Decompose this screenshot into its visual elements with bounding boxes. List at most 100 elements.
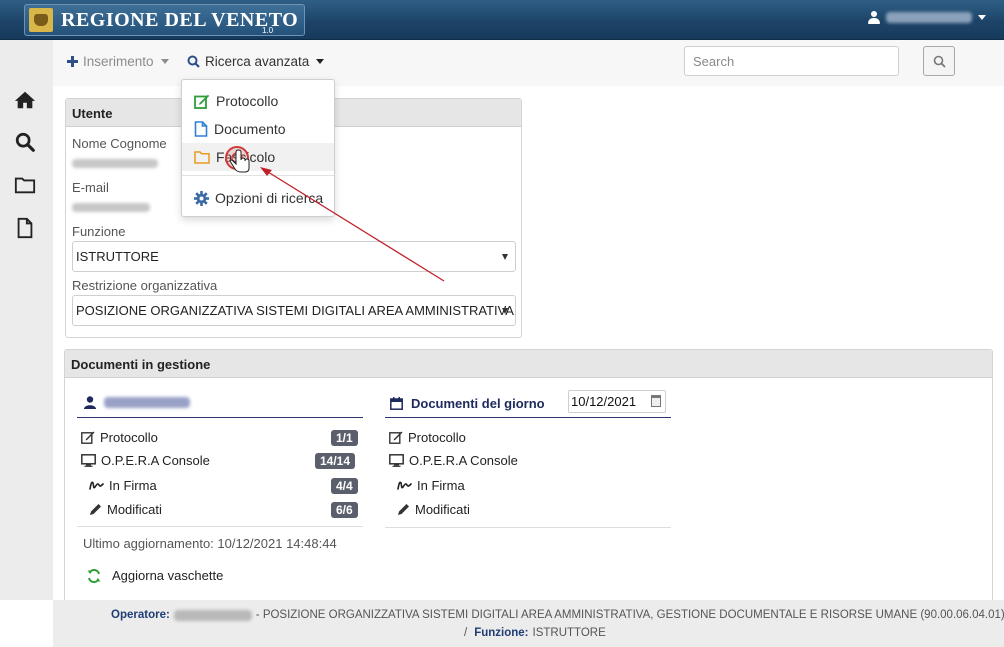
divider — [385, 417, 671, 418]
calendar-icon — [390, 397, 403, 410]
file-icon[interactable] — [13, 216, 37, 240]
menu-item-label: Protocollo — [216, 93, 279, 109]
app-version: 1.0 — [262, 26, 274, 35]
menu-item-protocollo[interactable]: Protocollo — [182, 87, 334, 115]
list-item[interactable]: Modificati — [397, 502, 470, 517]
refresh-label: Aggiorna vaschette — [112, 568, 224, 583]
role-label: Funzione: — [474, 627, 529, 639]
name-label: Nome Cognome — [72, 136, 167, 151]
file-icon — [194, 121, 208, 137]
refresh-button[interactable]: Aggiorna vaschette — [87, 568, 223, 583]
advanced-search-dropdown: Protocollo Documento Fascicolo Opzioni d… — [181, 79, 335, 217]
restrizione-label: Restrizione organizzativa — [72, 278, 218, 293]
plus-icon — [67, 56, 78, 67]
list-item[interactable]: In Firma — [397, 478, 465, 493]
email-label: E-mail — [72, 180, 109, 195]
restrizione-select-value: POSIZIONE ORGANIZZATIVA SISTEMI DIGITALI… — [76, 303, 516, 318]
advanced-search-label: Ricerca avanzata — [205, 54, 310, 69]
operator-unit: - POSIZIONE ORGANIZZATIVA SISTEMI DIGITA… — [255, 609, 1004, 621]
menu-item-search-options[interactable]: Opzioni di ricerca — [182, 184, 334, 212]
footer-separator: / — [464, 627, 468, 639]
chevron-down-icon — [160, 59, 169, 64]
documents-panel-title: Documenti in gestione — [65, 350, 992, 378]
menu-item-label: Documento — [214, 121, 286, 137]
menu-divider — [182, 175, 334, 176]
footer-role-line: / Funzione: ISTRUTTORE — [464, 627, 606, 639]
home-icon[interactable] — [13, 88, 37, 112]
edit-icon — [389, 431, 403, 444]
menu-item-documento[interactable]: Documento — [182, 115, 334, 143]
documents-of-day-header: Documenti del giorno — [390, 396, 545, 411]
chevron-down-icon — [978, 15, 986, 20]
folder-icon[interactable] — [13, 173, 37, 197]
user-name-redacted — [886, 12, 972, 23]
operator-label: Operatore: — [111, 609, 170, 621]
date-value: 10/12/2021 — [571, 394, 637, 409]
user-name-redacted — [104, 397, 190, 408]
list-item-label: In Firma — [417, 478, 465, 493]
search-input[interactable] — [684, 46, 899, 76]
calendar-icon — [651, 395, 661, 407]
list-item[interactable]: Modificati — [89, 502, 162, 517]
documents-of-day-title: Documenti del giorno — [411, 396, 545, 411]
email-value-redacted — [72, 203, 150, 212]
list-item-label: Modificati — [415, 502, 470, 517]
footer-operator-line: Operatore: - POSIZIONE ORGANIZZATIVA SIS… — [111, 609, 1004, 621]
edit-icon — [194, 94, 210, 109]
list-item-label: Protocollo — [408, 430, 466, 445]
my-documents-header — [84, 396, 190, 409]
list-item[interactable]: Protocollo — [389, 430, 466, 445]
edit-icon — [81, 431, 95, 444]
gear-icon — [194, 190, 209, 206]
monitor-icon — [389, 454, 404, 467]
search-icon[interactable] — [13, 130, 37, 154]
list-item-label: In Firma — [109, 478, 157, 493]
list-item[interactable]: Protocollo — [81, 430, 158, 445]
search-button[interactable] — [923, 46, 955, 76]
list-item-label: Protocollo — [100, 430, 158, 445]
chevron-down-icon — [502, 254, 508, 260]
count-badge: 1/1 — [331, 430, 358, 446]
divider — [385, 527, 671, 528]
list-item[interactable]: O.P.E.R.A Console — [81, 453, 210, 468]
lion-emblem-icon — [29, 8, 53, 32]
count-badge: 14/14 — [315, 453, 356, 469]
insert-menu-label: Inserimento — [83, 54, 154, 69]
chevron-down-icon — [502, 308, 508, 314]
monitor-icon — [81, 454, 96, 467]
count-badge: 6/6 — [331, 502, 358, 518]
menu-item-label: Opzioni di ricerca — [215, 190, 324, 206]
folder-icon — [194, 151, 210, 164]
footer: Operatore: - POSIZIONE ORGANIZZATIVA SIS… — [53, 600, 1004, 647]
chevron-down-icon — [316, 59, 325, 64]
count-badge: 4/4 — [331, 478, 358, 494]
insert-menu[interactable]: Inserimento — [67, 54, 169, 69]
list-item[interactable]: O.P.E.R.A Console — [389, 453, 518, 468]
user-icon — [84, 396, 96, 409]
date-picker[interactable]: 10/12/2021 — [568, 390, 666, 413]
funzione-label: Funzione — [72, 224, 126, 239]
name-value-redacted — [72, 159, 158, 168]
list-item-label: Modificati — [107, 502, 162, 517]
role-value: ISTRUTTORE — [532, 627, 606, 639]
restrizione-select[interactable]: POSIZIONE ORGANIZZATIVA SISTEMI DIGITALI… — [72, 295, 516, 326]
last-update-text: Ultimo aggiornamento: 10/12/2021 14:48:4… — [83, 536, 337, 551]
advanced-search-menu[interactable]: Ricerca avanzata — [187, 54, 325, 69]
refresh-icon — [87, 568, 101, 583]
list-item-label: O.P.E.R.A Console — [101, 453, 210, 468]
divider — [77, 526, 363, 527]
signature-icon — [89, 481, 104, 490]
divider — [77, 417, 363, 418]
menu-item-fascicolo[interactable]: Fascicolo — [182, 143, 334, 171]
sidebar — [0, 40, 53, 600]
list-item-label: O.P.E.R.A Console — [409, 453, 518, 468]
funzione-select[interactable]: ISTRUTTORE — [72, 241, 516, 272]
list-item[interactable]: In Firma — [89, 478, 157, 493]
funzione-select-value: ISTRUTTORE — [76, 249, 159, 264]
operator-name-redacted — [173, 609, 252, 621]
user-menu[interactable] — [868, 11, 986, 24]
user-icon — [868, 11, 880, 24]
top-banner: REGIONE DEL VENETO 1.0 — [0, 0, 1004, 40]
search-icon — [187, 55, 200, 68]
pencil-icon — [398, 504, 409, 515]
